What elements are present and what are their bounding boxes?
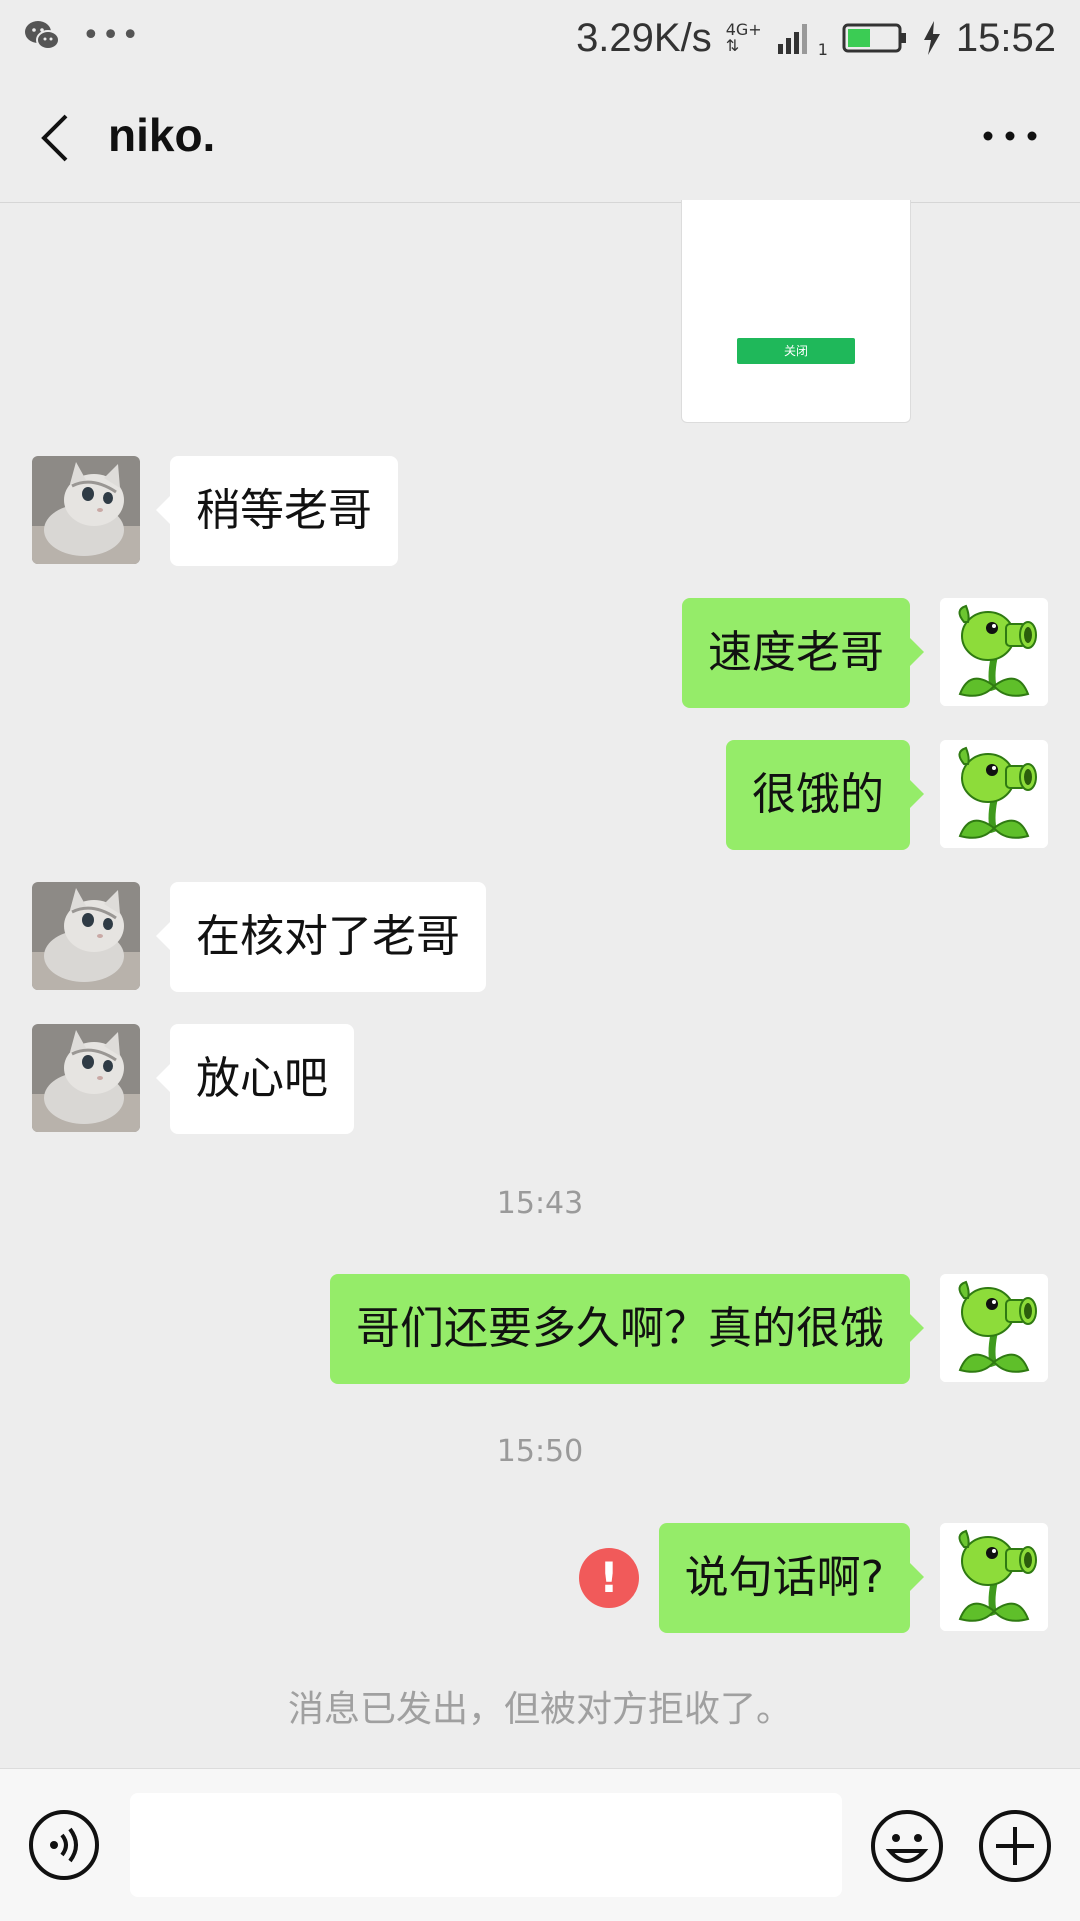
contact-avatar[interactable] bbox=[32, 882, 140, 990]
battery-icon bbox=[842, 23, 906, 53]
signal-icon bbox=[777, 24, 807, 54]
more-horizontal-icon[interactable] bbox=[980, 116, 1040, 156]
self-avatar[interactable] bbox=[940, 598, 1048, 706]
self-avatar[interactable] bbox=[940, 1523, 1048, 1631]
incoming-message[interactable]: 稍等老哥 bbox=[156, 456, 398, 566]
send-failed-icon[interactable]: ! bbox=[579, 1548, 639, 1608]
wechat-icon bbox=[25, 20, 60, 50]
incoming-message[interactable]: 放心吧 bbox=[156, 1024, 354, 1134]
system-notice: 消息已发出，但被对方拒收了。 bbox=[287, 1689, 792, 1730]
incoming-message[interactable]: 在核对了老哥 bbox=[156, 882, 486, 992]
contact-avatar[interactable] bbox=[32, 1024, 140, 1132]
network-speed: 3.29K/s bbox=[576, 15, 712, 60]
sim-slot: 1 bbox=[817, 39, 828, 59]
status-bar: ••• 3.29K/s 4G+ ⇅ 1 15:52 bbox=[0, 0, 1080, 72]
outgoing-message[interactable]: 说句话啊? bbox=[658, 1523, 925, 1633]
image-close-button: 关闭 bbox=[737, 338, 855, 364]
chevron-left-icon[interactable] bbox=[36, 112, 76, 164]
chat-header: niko. bbox=[0, 72, 1080, 203]
outgoing-message[interactable]: 很饿的 bbox=[726, 740, 924, 850]
charging-icon bbox=[923, 21, 940, 55]
plus-icon[interactable] bbox=[978, 1809, 1052, 1883]
outgoing-message[interactable]: 速度老哥 bbox=[682, 598, 924, 708]
voice-icon[interactable] bbox=[28, 1809, 100, 1881]
chat-title: niko. bbox=[108, 109, 216, 161]
outgoing-message[interactable]: 哥们还要多久啊？真的很饿 bbox=[330, 1274, 924, 1384]
message-input[interactable] bbox=[130, 1793, 842, 1897]
network-type: 4G+ ⇅ bbox=[725, 20, 762, 55]
self-avatar[interactable] bbox=[940, 740, 1048, 848]
more-dots-icon: ••• bbox=[82, 18, 142, 53]
timestamp: 15:43 bbox=[496, 1186, 584, 1221]
input-bar bbox=[0, 1768, 1080, 1921]
image-message[interactable]: 关闭 bbox=[681, 200, 911, 423]
emoji-icon[interactable] bbox=[870, 1809, 944, 1883]
self-avatar[interactable] bbox=[940, 1274, 1048, 1382]
contact-avatar[interactable] bbox=[32, 456, 140, 564]
clock: 15:52 bbox=[955, 15, 1056, 60]
timestamp: 15:50 bbox=[496, 1434, 584, 1469]
